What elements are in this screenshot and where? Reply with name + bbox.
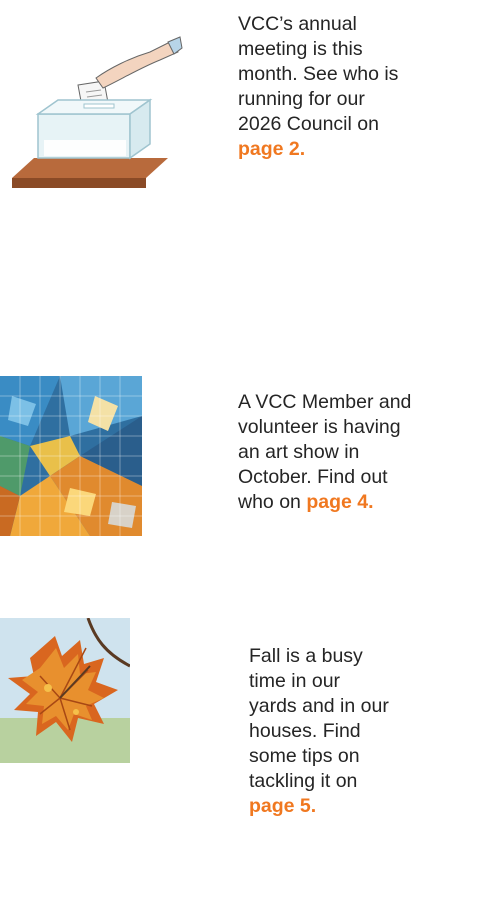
- story-line: houses. Find: [249, 720, 361, 742]
- page-link[interactable]: page 4.: [306, 491, 373, 513]
- story-line: VCC’s annual: [238, 13, 357, 35]
- story-line: A VCC Member and: [238, 391, 412, 413]
- story-line: running for our: [238, 88, 365, 110]
- story-line: month. See who is: [238, 63, 399, 85]
- story-text: Fall is a busy time in our yards and in …: [249, 644, 389, 819]
- story-line: Fall is a busy: [249, 645, 363, 667]
- story-line: tackling it on: [249, 770, 358, 792]
- autumn-leaf-icon: [0, 617, 131, 763]
- page-link[interactable]: page 2.: [238, 138, 305, 160]
- story-line: an art show in: [238, 441, 360, 463]
- story-line: 2026 Council on: [238, 113, 379, 135]
- story-text: VCC’s annual meeting is this month. See …: [238, 12, 398, 162]
- story-line: time in our: [249, 670, 341, 692]
- ballot-box-icon: [0, 30, 185, 195]
- story-line: volunteer is having: [238, 416, 401, 438]
- story-line: yards and in our: [249, 695, 389, 717]
- story-line: October. Find out: [238, 466, 388, 488]
- story-line: some tips on: [249, 745, 360, 767]
- story-text: A VCC Member and volunteer is having an …: [238, 390, 411, 515]
- mosaic-art-icon: [0, 376, 142, 536]
- page-link[interactable]: page 5.: [249, 795, 316, 817]
- story-line: meeting is this: [238, 38, 363, 60]
- story-line: who on: [238, 491, 307, 513]
